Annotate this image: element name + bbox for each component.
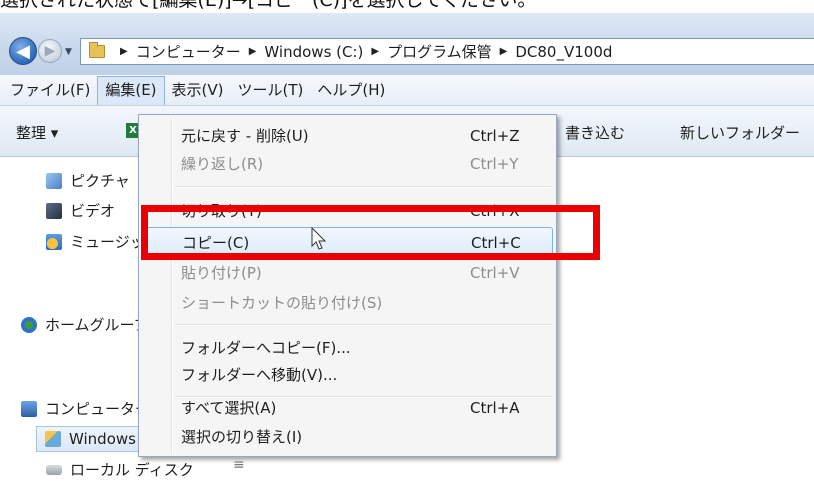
nav-item-label: コンピューター: [45, 400, 151, 418]
music-icon: [46, 234, 62, 250]
nav-item-computer[interactable]: コンピューター: [21, 396, 150, 422]
windows-drive-icon: [45, 431, 61, 447]
menu-separator: [175, 324, 551, 326]
highlight-annotation: [141, 205, 600, 260]
menu-item-label: 繰り返し(R): [181, 155, 264, 173]
breadcrumb-current-folder[interactable]: DC80_V100d: [515, 43, 612, 61]
instruction-caption: 選択された状態で[編集(E)]→[コピー(C)]を選択してください。: [0, 0, 537, 11]
chevron-right-icon[interactable]: ▶: [500, 46, 508, 57]
menu-item-invert-selection[interactable]: 選択の切り替え(I): [142, 422, 553, 452]
menu-help[interactable]: ヘルプ(H): [310, 76, 392, 104]
chevron-right-icon[interactable]: ▶: [371, 46, 379, 57]
videos-icon: [46, 203, 62, 219]
chevron-right-icon[interactable]: ▶: [120, 46, 128, 57]
menu-item-move-to-folder[interactable]: フォルダーへ移動(V)...: [142, 360, 553, 390]
menu-item-shortcut: Ctrl+Z: [470, 127, 520, 145]
breadcrumb-computer[interactable]: コンピューター: [136, 41, 241, 62]
menu-item-paste[interactable]: 貼り付け(P) Ctrl+V: [142, 258, 553, 288]
nav-item-label: ビデオ: [70, 202, 116, 220]
menu-file[interactable]: ファイル(F): [0, 76, 97, 104]
nav-item-label: ピクチャ: [70, 172, 130, 190]
menu-edit[interactable]: 編集(E): [97, 76, 165, 105]
nav-item-local-disk[interactable]: ローカル ディスク: [46, 457, 194, 483]
burn-button[interactable]: 書き込む: [565, 122, 625, 143]
menu-item-copy-to-folder[interactable]: フォルダーへコピー(F)...: [142, 333, 553, 363]
folder-icon: [89, 42, 105, 58]
recent-pages-dropdown-icon[interactable]: ▼: [65, 47, 72, 57]
menu-tools[interactable]: ツール(T): [231, 76, 311, 104]
menu-item-label: ショートカットの貼り付け(S): [181, 294, 383, 312]
menu-item-paste-shortcut[interactable]: ショートカットの貼り付け(S): [142, 288, 553, 318]
nav-item-label: ホームグループ: [45, 316, 149, 334]
menu-item-label: 元に戻す - 削除(U): [181, 127, 309, 145]
breadcrumb-drive[interactable]: Windows (C:): [264, 43, 363, 61]
hard-disk-icon: [46, 465, 62, 475]
nav-item-label: ローカル ディスク: [70, 461, 194, 479]
menu-item-redo[interactable]: 繰り返し(R) Ctrl+Y: [142, 149, 553, 179]
mouse-cursor-icon: [311, 227, 327, 250]
new-folder-button[interactable]: 新しいフォルダー: [680, 122, 800, 143]
menu-item-label: 選択の切り替え(I): [181, 428, 303, 446]
edit-menu-dropdown: 元に戻す - 削除(U) Ctrl+Z 繰り返し(R) Ctrl+Y 切り取り(…: [138, 114, 557, 457]
address-bar[interactable]: ▶ コンピューター ▶ Windows (C:) ▶ プログラム保管 ▶ DC8…: [80, 38, 814, 65]
nav-item-homegroup[interactable]: ホームグループ: [21, 312, 149, 338]
breadcrumb-program-folder[interactable]: プログラム保管: [387, 41, 492, 62]
menu-item-label: すべて選択(A): [181, 399, 277, 417]
explorer-window: ◀ ▶ ▼ ▶ コンピューター ▶ Windows (C:) ▶ プログラム保管…: [0, 13, 814, 486]
menu-item-shortcut: Ctrl+Y: [470, 155, 519, 173]
pictures-icon: [46, 173, 62, 189]
menu-item-undo[interactable]: 元に戻す - 削除(U) Ctrl+Z: [142, 121, 553, 151]
menu-item-label: 貼り付け(P): [181, 264, 262, 282]
nav-item-videos[interactable]: ビデオ: [46, 198, 115, 224]
menu-item-label: フォルダーへコピー(F)...: [181, 339, 351, 357]
computer-icon: [21, 401, 37, 417]
menu-view[interactable]: 表示(V): [165, 76, 231, 104]
chevron-right-icon[interactable]: ▶: [249, 46, 257, 57]
organize-button[interactable]: 整理 ▾: [16, 122, 58, 143]
navigation-bar: ◀ ▶ ▼ ▶ コンピューター ▶ Windows (C:) ▶ プログラム保管…: [0, 13, 814, 75]
scrollbar-grip-icon[interactable]: ≡: [233, 457, 245, 473]
menu-separator: [175, 186, 551, 188]
nav-item-windows-drive[interactable]: Windows (C:): [36, 426, 168, 452]
menu-item-shortcut: Ctrl+A: [470, 399, 520, 417]
nav-item-pictures[interactable]: ピクチャ: [46, 168, 130, 194]
menu-item-shortcut: Ctrl+V: [470, 264, 520, 282]
back-button[interactable]: ◀: [9, 37, 37, 65]
forward-button[interactable]: ▶: [38, 39, 62, 63]
menu-bar: ファイル(F) 編集(E) 表示(V) ツール(T) ヘルプ(H): [0, 75, 814, 106]
homegroup-icon: [21, 317, 37, 333]
menu-item-select-all[interactable]: すべて選択(A) Ctrl+A: [142, 393, 553, 423]
menu-item-label: フォルダーへ移動(V)...: [181, 366, 338, 384]
